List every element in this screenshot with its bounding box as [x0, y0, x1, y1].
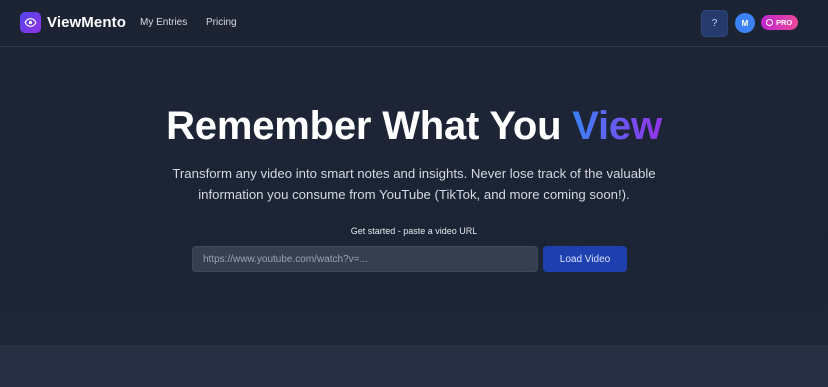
hero-title-accent: View [572, 104, 662, 148]
bolt-icon [766, 19, 773, 26]
lower-section [0, 345, 828, 387]
load-video-button[interactable]: Load Video [543, 246, 627, 272]
hero-section: Remember What You View Transform any vid… [0, 48, 828, 345]
brand-logo[interactable]: ViewMento [20, 12, 126, 33]
nav-pricing[interactable]: Pricing [206, 17, 237, 28]
user-avatar[interactable]: M [735, 13, 755, 33]
top-navbar: ViewMento My Entries Pricing ? M PRO [0, 0, 828, 47]
pro-badge: PRO [761, 15, 799, 30]
page: ViewMento My Entries Pricing ? M PRO Rem… [0, 0, 828, 387]
pro-badge-label: PRO [776, 18, 793, 27]
help-button[interactable]: ? [701, 10, 728, 37]
hero-title: Remember What You View [0, 104, 828, 149]
eye-icon [20, 12, 41, 33]
video-url-input[interactable] [192, 246, 538, 272]
url-input-label: Get started - paste a video URL [350, 226, 478, 236]
hero-subtitle: Transform any video into smart notes and… [172, 166, 656, 202]
brand-name: ViewMento [47, 14, 126, 31]
nav-my-entries[interactable]: My Entries [140, 17, 187, 28]
hero-title-main: Remember What You [166, 104, 573, 148]
